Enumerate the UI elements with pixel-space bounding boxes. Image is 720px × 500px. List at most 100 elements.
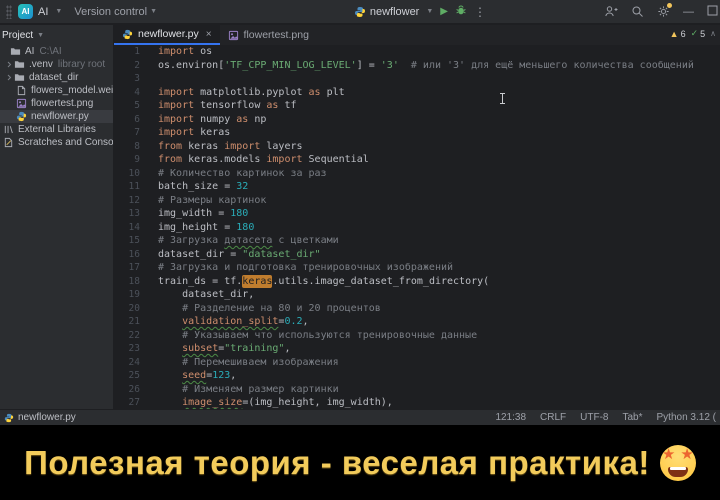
- statusbar-file-breadcrumb[interactable]: newflower.py: [4, 412, 76, 423]
- line-number[interactable]: 13: [114, 207, 140, 221]
- line-number[interactable]: 7: [114, 126, 140, 140]
- code-line[interactable]: 18train_ds = tf.keras.utils.image_datase…: [114, 275, 720, 289]
- code-line[interactable]: 20 # Разделение на 80 и 20 процентов: [114, 302, 720, 316]
- typos-count[interactable]: ✓ 5: [691, 28, 706, 39]
- code-line[interactable]: 19 dataset_dir,: [114, 288, 720, 302]
- code-line[interactable]: 24 # Перемешиваем изображения: [114, 356, 720, 370]
- code-line[interactable]: 26 # Изменяем размер картинки: [114, 383, 720, 397]
- line-number[interactable]: 9: [114, 153, 140, 167]
- code-line[interactable]: 25 seed=123,: [114, 369, 720, 383]
- code-token: =(img_height, img_width),: [242, 396, 393, 409]
- code-token: import: [158, 113, 194, 127]
- code-line[interactable]: 23 subset="training",: [114, 342, 720, 356]
- line-number[interactable]: 10: [114, 167, 140, 181]
- close-tab-icon[interactable]: ×: [206, 29, 212, 40]
- code-editor[interactable]: 1import os2os.environ['TF_CPP_MIN_LOG_LE…: [114, 45, 720, 409]
- inspections-widget[interactable]: ▲ 6 ✓ 5 ∧: [670, 28, 716, 39]
- search-everywhere-button[interactable]: [631, 5, 644, 18]
- code-line[interactable]: 8from keras import layers: [114, 140, 720, 154]
- line-number[interactable]: 5: [114, 99, 140, 113]
- line-number[interactable]: 15: [114, 234, 140, 248]
- code-line[interactable]: 4import matplotlib.pyplot as plt: [114, 86, 720, 100]
- line-number[interactable]: 14: [114, 221, 140, 235]
- line-number[interactable]: 11: [114, 180, 140, 194]
- code-token: seed: [182, 369, 206, 383]
- code-line[interactable]: 11batch_size = 32: [114, 180, 720, 194]
- run-button[interactable]: ▶: [440, 6, 448, 17]
- code-line[interactable]: 7import keras: [114, 126, 720, 140]
- line-number[interactable]: 27: [114, 396, 140, 409]
- run-config-selector[interactable]: newflower ▼: [354, 6, 433, 18]
- encoding-selector[interactable]: UTF-8: [580, 412, 608, 423]
- code-line[interactable]: 17# Загрузка и подготовка тренировочных …: [114, 261, 720, 275]
- line-number[interactable]: 20: [114, 302, 140, 316]
- code-line[interactable]: 3: [114, 72, 720, 86]
- more-actions-button[interactable]: ⋮: [474, 5, 486, 19]
- star-eye-icon: ★: [680, 447, 693, 462]
- tree-item-flowers-model-weights-h5[interactable]: flowers_model.weights.h5: [0, 84, 113, 97]
- code-line[interactable]: 9from keras.models import Sequential: [114, 153, 720, 167]
- code-line[interactable]: 5import tensorflow as tf: [114, 99, 720, 113]
- tab-newflower-py[interactable]: newflower.py ×: [114, 25, 220, 45]
- line-number[interactable]: 17: [114, 261, 140, 275]
- line-number[interactable]: 24: [114, 356, 140, 370]
- warnings-count[interactable]: ▲ 6: [670, 29, 686, 39]
- tree-item-flowertest-png[interactable]: flowertest.png: [0, 97, 113, 110]
- tree-item-scratches-and-consoles[interactable]: Scratches and Consoles: [0, 136, 113, 149]
- code-line[interactable]: 10# Количество картинок за раз: [114, 167, 720, 181]
- code-line[interactable]: 12# Размеры картинок: [114, 194, 720, 208]
- project-panel-header[interactable]: Project ▼: [0, 25, 113, 45]
- line-number[interactable]: 23: [114, 342, 140, 356]
- code-line[interactable]: 15# Загрузка датасета с цветками: [114, 234, 720, 248]
- line-number[interactable]: 6: [114, 113, 140, 127]
- code-line[interactable]: 6import numpy as np: [114, 113, 720, 127]
- line-number[interactable]: 21: [114, 315, 140, 329]
- code-line[interactable]: 1import os: [114, 45, 720, 59]
- indent-selector[interactable]: Tab*: [623, 412, 643, 423]
- version-control-menu[interactable]: Version control: [74, 6, 147, 18]
- line-number[interactable]: 3: [114, 72, 140, 86]
- code-line[interactable]: 2os.environ['TF_CPP_MIN_LOG_LEVEL'] = '3…: [114, 59, 720, 73]
- chevron-right-icon[interactable]: [5, 60, 13, 69]
- code-token: subset: [182, 342, 218, 356]
- chevron-right-icon[interactable]: [5, 73, 13, 82]
- code-line[interactable]: 13img_width = 180: [114, 207, 720, 221]
- line-number[interactable]: 8: [114, 140, 140, 154]
- code-line[interactable]: 14img_height = 180: [114, 221, 720, 235]
- line-number[interactable]: 22: [114, 329, 140, 343]
- code-line[interactable]: 22 # Указываем что используются трениров…: [114, 329, 720, 343]
- project-name-menu[interactable]: AI: [38, 6, 48, 18]
- debug-button[interactable]: [455, 3, 467, 21]
- interpreter-selector[interactable]: Python 3.12 (: [657, 412, 716, 423]
- code-token: 0.2: [284, 315, 302, 329]
- code-line[interactable]: 21 validation_split=0.2,: [114, 315, 720, 329]
- line-number[interactable]: 18: [114, 275, 140, 289]
- tree-item-external-libraries[interactable]: External Libraries: [0, 123, 113, 136]
- line-number[interactable]: 26: [114, 383, 140, 397]
- line-number[interactable]: 12: [114, 194, 140, 208]
- settings-button[interactable]: [657, 5, 670, 18]
- project-logo-badge[interactable]: AI: [18, 4, 33, 19]
- code-token: dataset_dir =: [158, 248, 242, 262]
- line-number[interactable]: 16: [114, 248, 140, 262]
- maximize-button[interactable]: [707, 3, 718, 21]
- code-with-me-button[interactable]: [604, 5, 618, 18]
- code-line[interactable]: 27 image_size=(img_height, img_width),: [114, 396, 720, 409]
- line-number[interactable]: 1: [114, 45, 140, 59]
- tree-item--venv[interactable]: .venvlibrary root: [0, 58, 113, 71]
- minimize-button[interactable]: —: [683, 6, 694, 18]
- editor-area[interactable]: newflower.py × flowertest.png ▲ 6 ✓ 5: [114, 25, 720, 409]
- tree-item-ai[interactable]: AIC:\AI: [0, 45, 113, 58]
- caret-position[interactable]: 121:38: [495, 412, 526, 423]
- line-number[interactable]: 25: [114, 369, 140, 383]
- line-number[interactable]: 2: [114, 59, 140, 73]
- code-token: keras: [182, 140, 224, 154]
- line-number[interactable]: 4: [114, 86, 140, 100]
- tree-item-dataset-dir[interactable]: dataset_dir: [0, 71, 113, 84]
- tab-flowertest-png[interactable]: flowertest.png: [220, 25, 317, 45]
- line-number[interactable]: 19: [114, 288, 140, 302]
- code-line[interactable]: 16dataset_dir = "dataset_dir": [114, 248, 720, 262]
- line-ending-selector[interactable]: CRLF: [540, 412, 566, 423]
- code-token: plt: [321, 86, 345, 100]
- tree-item-newflower-py[interactable]: newflower.py: [0, 110, 113, 123]
